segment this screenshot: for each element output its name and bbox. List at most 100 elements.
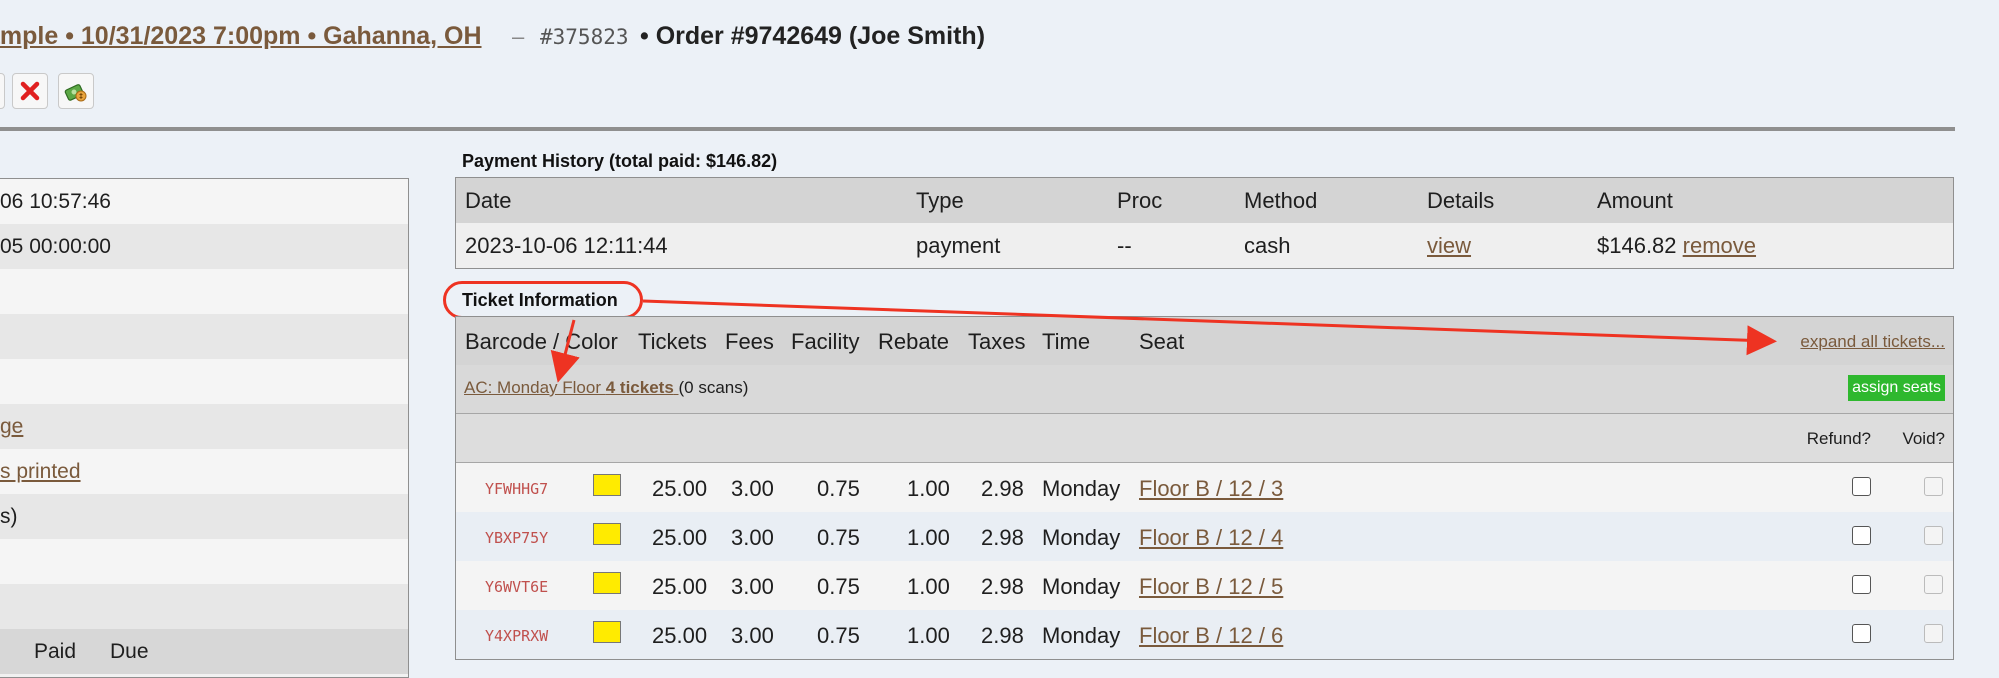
col-rebate: Rebate [878,329,949,354]
paid-label: Paid [34,640,77,663]
ticket-rebate: 1.00 [907,574,950,599]
color-swatch [593,523,621,545]
ticket-barcode: Y4XPRXW [485,627,549,645]
ticket-facility: 0.75 [817,623,860,648]
seat-link[interactable]: Floor B / 12 / 5 [1139,574,1283,600]
header-separator: – [512,24,525,49]
ticket-taxes: 2.98 [981,476,1024,501]
ticket-rebate: 1.00 [907,476,950,501]
payment-history-title: Payment History (total paid: $146.82) [462,151,778,171]
void-checkbox [1924,477,1943,496]
ticket-group-count: 4 tickets [605,378,674,397]
tickets-printed-link[interactable]: s printed [0,460,81,483]
order-title: • Order #9742649 (Joe Smith) [640,22,986,50]
order-number: #375823 [540,25,629,49]
assign-seats-button[interactable]: assign seats [1848,375,1945,401]
ticket-rebate: 1.00 [907,623,950,648]
col-seat: Seat [1139,329,1185,354]
refund-checkbox[interactable] [1852,624,1871,643]
partial-button-icon[interactable] [0,73,5,109]
color-swatch [593,572,621,594]
refund-checkbox[interactable] [1852,526,1871,545]
col-amount: Amount [1597,187,1673,213]
ticket-fees: 3.00 [731,574,774,599]
event-link[interactable]: ample • 10/31/2023 7:00pm • Gahanna, OH [0,22,482,51]
ticket-price: 25.00 [652,574,708,599]
ticket-facility: 0.75 [817,525,860,550]
due-label: Due [110,640,149,663]
detail-value: 06 10:57:46 [0,190,111,213]
void-checkbox [1924,624,1943,643]
detail-row: s) [0,494,408,539]
refund-void-header: Refund? Void? [456,414,1953,463]
table-row: YBXP75Y 25.00 3.00 0.75 1.00 2.98 Monday… [456,512,1953,561]
annotation-circle [443,281,643,319]
seat-link[interactable]: Floor B / 12 / 3 [1139,476,1283,502]
view-link[interactable]: view [1427,233,1471,258]
detail-value: s) [0,505,18,528]
table-header-row: Date Type Proc Method Details Amount [455,177,1954,223]
col-fees: Fees [725,329,774,354]
col-type: Type [916,187,964,213]
ticket-taxes: 2.98 [981,623,1024,648]
money-icon[interactable] [58,73,94,109]
ticket-price: 25.00 [652,525,708,550]
ticket-group-scans: (0 scans) [678,378,749,397]
ticket-price: 25.00 [652,476,708,501]
ticket-group-link[interactable]: AC: Monday Floor 4 tickets [464,378,679,397]
refund-checkbox[interactable] [1852,575,1871,594]
col-taxes: Taxes [968,329,1026,354]
expand-all-tickets-link[interactable]: expand all tickets... [1800,332,1945,352]
ticket-rebate: 1.00 [907,525,950,550]
void-label: Void? [1902,429,1945,448]
col-details: Details [1427,187,1495,213]
ticket-time: Monday [1042,623,1121,648]
table-row: YFWHHG7 25.00 3.00 0.75 1.00 2.98 Monday… [456,463,1953,512]
ticket-time: Monday [1042,574,1121,599]
ticket-time: Monday [1042,525,1121,550]
detail-link[interactable]: ge [0,415,23,438]
refund-label: Refund? [1806,429,1871,448]
refund-checkbox[interactable] [1852,477,1871,496]
remove-link[interactable]: remove [1683,233,1756,258]
detail-row [0,539,408,584]
ticket-group-name: AC: Monday Floor [464,378,601,397]
detail-value: 05 00:00:00 [0,235,111,258]
ticket-fees: 3.00 [731,623,774,648]
col-time: Time [1042,329,1091,354]
ticket-group-label: AC: Monday Floor 4 tickets (0 scans) [464,378,748,398]
ticket-facility: 0.75 [817,574,860,599]
detail-row [0,584,408,629]
seat-link[interactable]: Floor B / 12 / 6 [1139,623,1283,649]
table-header-row: Barcode / Color Tickets Fees Facility Re… [456,317,1953,366]
detail-row [0,359,408,404]
detail-row: s printed [0,449,408,494]
detail-row: 06 10:57:46 [0,179,408,224]
ticket-taxes: 2.98 [981,574,1024,599]
header-divider [0,127,1955,131]
payment-proc: -- [1117,232,1132,258]
detail-row [0,269,408,314]
close-icon[interactable] [12,73,48,109]
void-checkbox [1924,526,1943,545]
detail-row [0,314,408,359]
col-date: Date [465,187,512,213]
payment-history-table: Date Type Proc Method Details Amount 202… [455,177,1954,269]
payment-type: payment [916,232,1001,258]
ticket-barcode: Y6WVT6E [485,578,549,596]
col-barcode-color: Barcode / Color [465,329,618,354]
ticket-group-row: AC: Monday Floor 4 tickets (0 scans) ass… [456,365,1953,414]
ticket-information-table: Barcode / Color Tickets Fees Facility Re… [455,316,1954,660]
seat-link[interactable]: Floor B / 12 / 4 [1139,525,1283,551]
ticket-barcode: YFWHHG7 [485,480,549,498]
detail-footer-row: Paid Due [0,629,408,674]
ticket-fees: 3.00 [731,476,774,501]
col-facility: Facility [791,329,860,354]
table-row: 2023-10-06 12:11:44 payment -- cash view… [455,223,1954,269]
detail-row: ge [0,404,408,449]
table-row: Y6WVT6E 25.00 3.00 0.75 1.00 2.98 Monday… [456,561,1953,610]
ticket-time: Monday [1042,476,1121,501]
ticket-barcode: YBXP75Y [485,529,549,547]
color-swatch [593,621,621,643]
table-row: Y4XPRXW 25.00 3.00 0.75 1.00 2.98 Monday… [456,610,1953,659]
